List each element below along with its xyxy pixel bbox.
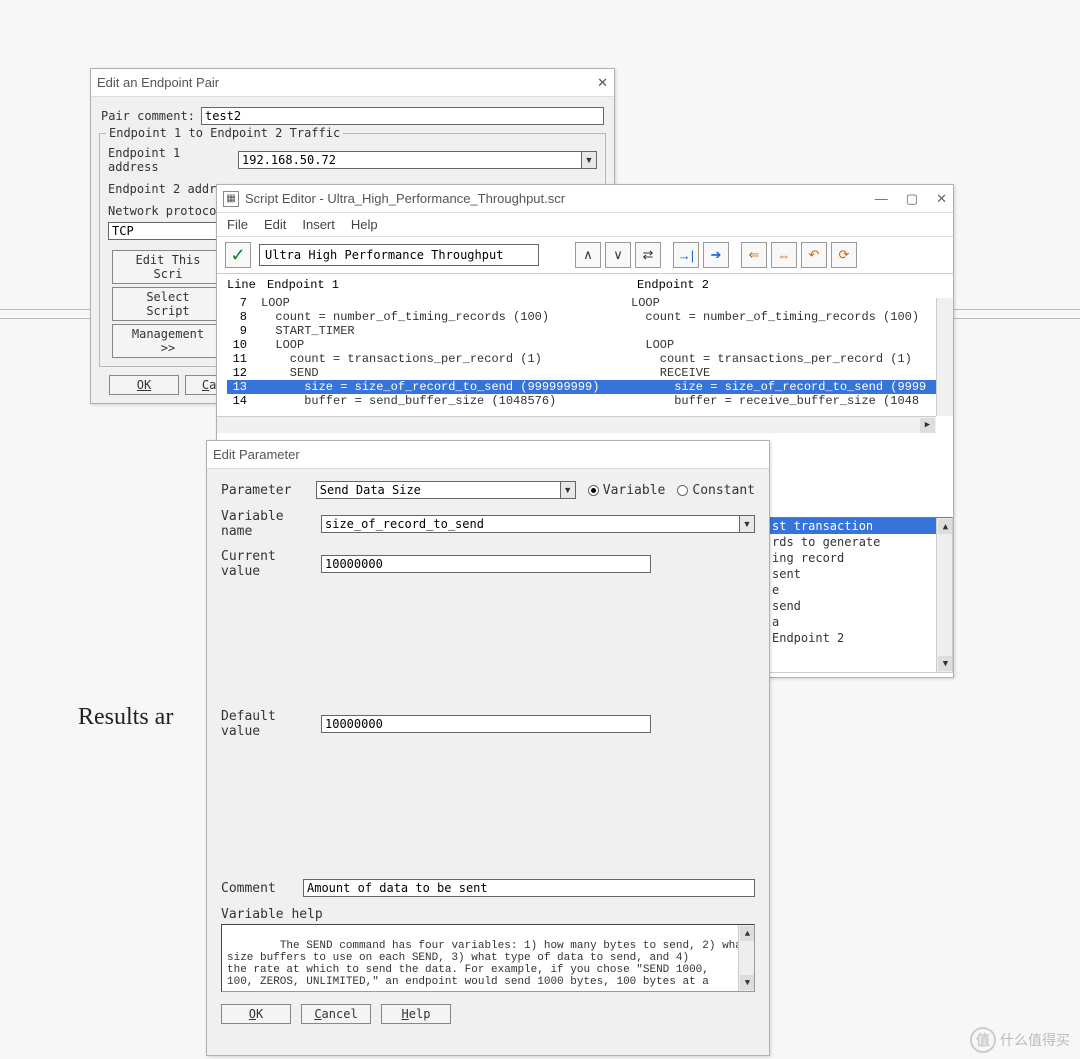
- edit-parameter-window: Edit Parameter Parameter ▼ Variable Cons…: [206, 440, 770, 1056]
- list-item[interactable]: rds to generate: [766, 534, 952, 550]
- variable-help-textarea[interactable]: The SEND command has four variables: 1) …: [221, 924, 755, 992]
- variable-radio[interactable]: Variable: [588, 483, 666, 498]
- header-line: Line: [227, 278, 267, 292]
- comment-label: Comment: [221, 881, 303, 896]
- maximize-icon[interactable]: ▢: [906, 191, 918, 207]
- arrow-down-icon[interactable]: ∨: [605, 242, 631, 268]
- arrow-left-icon[interactable]: ⇐: [741, 242, 767, 268]
- comment-input[interactable]: [303, 879, 755, 897]
- endpoint-window-title: Edit an Endpoint Pair: [97, 75, 597, 90]
- pair-comment-label: Pair comment:: [101, 109, 201, 123]
- param-cancel-button[interactable]: Cancel: [301, 1004, 371, 1024]
- list-item[interactable]: sent: [766, 566, 952, 582]
- help-scroll-down-icon[interactable]: ▼: [740, 975, 755, 990]
- script-line[interactable]: 9 START_TIMER: [227, 324, 953, 338]
- script-editor-title: Script Editor - Ultra_High_Performance_T…: [245, 191, 875, 206]
- list-item[interactable]: st transaction: [766, 518, 952, 534]
- vertical-scrollbar[interactable]: [936, 298, 953, 416]
- scroll-up-icon[interactable]: ▲: [938, 519, 953, 534]
- help-scroll-up-icon[interactable]: ▲: [740, 926, 755, 941]
- endpoint-window-titlebar[interactable]: Edit an Endpoint Pair ✕: [91, 69, 614, 97]
- script-name-input[interactable]: [259, 244, 539, 266]
- menu-insert[interactable]: Insert: [302, 217, 335, 232]
- script-code-area[interactable]: Line Endpoint 1 Endpoint 2 7LOOPLOOP8 co…: [217, 273, 953, 433]
- parameter-label: Parameter: [221, 483, 316, 498]
- management-button[interactable]: Management >>: [112, 324, 224, 358]
- script-line[interactable]: 14 buffer = send_buffer_size (1048576) b…: [227, 394, 953, 408]
- arrow-up-icon[interactable]: ∧: [575, 242, 601, 268]
- list-item[interactable]: e: [766, 582, 952, 598]
- script-line[interactable]: 7LOOPLOOP: [227, 296, 953, 310]
- background-partial-text: Results ar: [78, 704, 173, 731]
- minimize-icon[interactable]: —: [875, 191, 888, 207]
- edit-param-titlebar[interactable]: Edit Parameter: [207, 441, 769, 469]
- swap-icon[interactable]: ⇄: [635, 242, 661, 268]
- script-line[interactable]: 11 count = transactions_per_record (1) c…: [227, 352, 953, 366]
- edit-param-title: Edit Parameter: [213, 447, 763, 462]
- double-arrow-icon[interactable]: ⇔: [771, 242, 797, 268]
- parameter-dropdown-icon[interactable]: ▼: [560, 481, 576, 499]
- scroll-down-icon[interactable]: ▼: [938, 656, 953, 671]
- list-item[interactable]: ing record: [766, 550, 952, 566]
- close-icon[interactable]: ✕: [936, 191, 947, 207]
- menu-edit[interactable]: Edit: [264, 217, 286, 232]
- watermark-label: 什么值得买: [1000, 1030, 1070, 1050]
- arrow-right-icon[interactable]: ➔: [703, 242, 729, 268]
- step-forward-icon[interactable]: →|: [673, 242, 699, 268]
- constant-radio[interactable]: Constant: [677, 483, 755, 498]
- variable-list[interactable]: st transactionrds to generateing record …: [765, 517, 953, 673]
- variable-name-dropdown-icon[interactable]: ▼: [739, 515, 755, 533]
- default-value-label: Default value: [221, 709, 321, 739]
- current-value-input[interactable]: [321, 555, 651, 573]
- default-value-input[interactable]: [321, 715, 651, 733]
- undo-icon[interactable]: ↶: [801, 242, 827, 268]
- variable-name-label: Variable name: [221, 509, 321, 539]
- script-editor-menubar: File Edit Insert Help: [217, 213, 953, 237]
- check-icon[interactable]: ✓: [225, 242, 251, 268]
- edit-this-script-button[interactable]: Edit This Scri: [112, 250, 224, 284]
- list-item[interactable]: a: [766, 614, 952, 630]
- param-ok-button[interactable]: OK: [221, 1004, 291, 1024]
- current-value-label: Current value: [221, 549, 321, 579]
- select-script-button[interactable]: Select Script: [112, 287, 224, 321]
- variable-help-label: Variable help: [221, 907, 755, 922]
- scroll-right-icon[interactable]: ▶: [920, 418, 935, 433]
- header-endpoint1: Endpoint 1: [267, 278, 637, 292]
- list-item[interactable]: send: [766, 598, 952, 614]
- variable-name-combobox[interactable]: [321, 515, 739, 533]
- endpoint1-address-input[interactable]: [238, 151, 581, 169]
- script-editor-app-icon: ▦: [223, 191, 239, 207]
- endpoint1-dropdown-icon[interactable]: ▼: [581, 151, 597, 169]
- pair-comment-input[interactable]: [201, 107, 604, 125]
- script-line[interactable]: 12 SEND RECEIVE: [227, 366, 953, 380]
- endpoint-ok-button[interactable]: OK: [109, 375, 179, 395]
- script-line[interactable]: 10 LOOP LOOP: [227, 338, 953, 352]
- menu-file[interactable]: File: [227, 217, 248, 232]
- script-editor-titlebar[interactable]: ▦ Script Editor - Ultra_High_Performance…: [217, 185, 953, 213]
- parameter-combobox[interactable]: [316, 481, 560, 499]
- param-help-button[interactable]: Help: [381, 1004, 451, 1024]
- script-editor-toolbar: ✓ ∧ ∨ ⇄ →| ➔ ⇐ ⇔ ↶ ⟳: [217, 237, 953, 273]
- endpoint1-address-label: Endpoint 1 address: [108, 146, 238, 174]
- close-icon[interactable]: ✕: [597, 75, 608, 91]
- variable-help-text: The SEND command has four variables: 1) …: [227, 940, 749, 988]
- watermark: 值 什么值得买: [970, 1027, 1070, 1053]
- header-endpoint2: Endpoint 2: [637, 278, 943, 292]
- redo-icon[interactable]: ⟳: [831, 242, 857, 268]
- script-line[interactable]: 13 size = size_of_record_to_send (999999…: [227, 380, 953, 394]
- menu-help[interactable]: Help: [351, 217, 378, 232]
- script-line[interactable]: 8 count = number_of_timing_records (100)…: [227, 310, 953, 324]
- list-item[interactable]: Endpoint 2: [766, 630, 952, 646]
- traffic-group-label: Endpoint 1 to Endpoint 2 Traffic: [106, 126, 343, 140]
- watermark-icon: 值: [970, 1027, 996, 1053]
